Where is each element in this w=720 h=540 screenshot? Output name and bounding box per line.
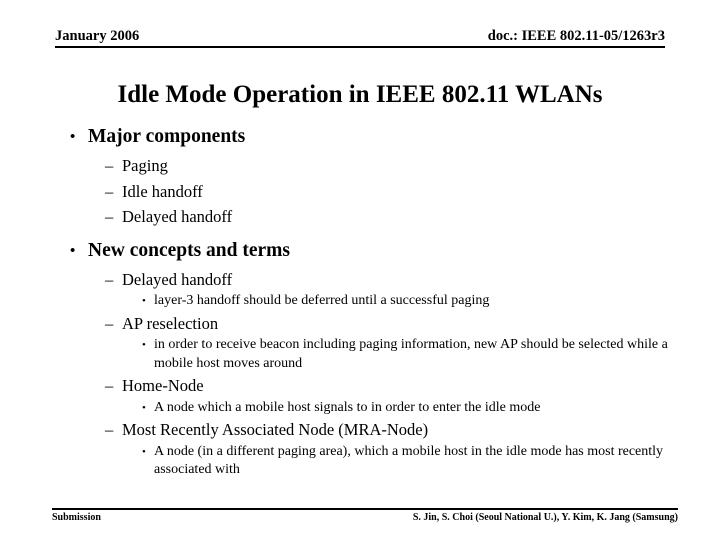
bullet-label: Home-Node [122,376,204,395]
slide-footer: Submission S. Jin, S. Choi (Seoul Nation… [52,511,678,524]
bullet-label: A node (in a different paging area), whi… [154,443,664,478]
bullet-dot-icon: • [142,295,146,307]
bullet-dot-icon: • [142,445,146,458]
page-title: Idle Mode Operation in IEEE 802.11 WLANs [117,81,603,108]
footer-divider [52,508,678,510]
header-document-number: doc.: IEEE 802.11-05/1263r3 [487,28,665,44]
bullet-layer3-handoff-detail: • layer-3 handoff should be deferred unt… [142,292,694,311]
dash-icon: – [105,156,114,175]
bullet-ap-reselection-detail: • in order to receive beacon including p… [142,336,694,373]
bullet-paging: – Paging [105,153,720,179]
bullet-idle-handoff: – Idle handoff [105,179,720,205]
bullet-home-node: – Home-Node [105,373,720,399]
dash-icon: – [105,269,114,289]
dash-icon: – [105,313,114,333]
footer-authors: S. Jin, S. Choi (Seoul National U.), Y. … [412,512,678,523]
bullet-label: New concepts and terms [88,239,291,261]
bullet-mra-node-detail: • A node (in a different paging area), w… [142,443,694,480]
bullet-major-components: • Major components [70,124,720,150]
bullet-label: A node which a mobile host signals to in… [154,399,541,415]
slide: January 2006 doc.: IEEE 802.11-05/1263r3… [0,0,720,540]
bullet-dot-icon: • [142,339,146,351]
bullet-delayed-handoff-concept: – Delayed handoff [105,267,720,293]
bullet-label: Paging [122,156,168,175]
bullet-label: Most Recently Associated Node (MRA-Node) [122,420,429,439]
bullet-label: Major components [88,126,246,147]
slide-header: January 2006 doc.: IEEE 802.11-05/1263r3 [55,28,665,44]
bullet-delayed-handoff: – Delayed handoff [105,204,720,230]
dash-icon: – [105,181,114,201]
slide-body: • Major components – Paging – Idle hando… [0,124,720,480]
dash-icon: – [105,376,114,395]
bullet-dot-icon: • [142,401,146,414]
bullet-label: Delayed handoff [122,269,233,289]
bullet-dot-icon: • [70,242,76,259]
dash-icon: – [105,207,114,226]
bullet-label: AP reselection [122,313,219,333]
bullet-label: layer-3 handoff should be deferred until… [154,293,490,308]
header-date: January 2006 [55,28,140,44]
bullet-dot-icon: • [70,129,76,145]
bullet-new-concepts-and-terms: • New concepts and terms [70,238,720,264]
bullet-label: Delayed handoff [122,207,233,226]
bullet-ap-reselection: – AP reselection [105,311,720,337]
footer-submission-label: Submission [52,512,101,523]
dash-icon: – [105,420,114,439]
bullet-mra-node: – Most Recently Associated Node (MRA-Nod… [105,417,720,443]
header-divider [55,46,665,48]
bullet-home-node-detail: • A node which a mobile host signals to … [142,399,694,418]
bullet-label: Idle handoff [122,181,203,201]
bullet-label: in order to receive beacon including pag… [154,337,668,371]
